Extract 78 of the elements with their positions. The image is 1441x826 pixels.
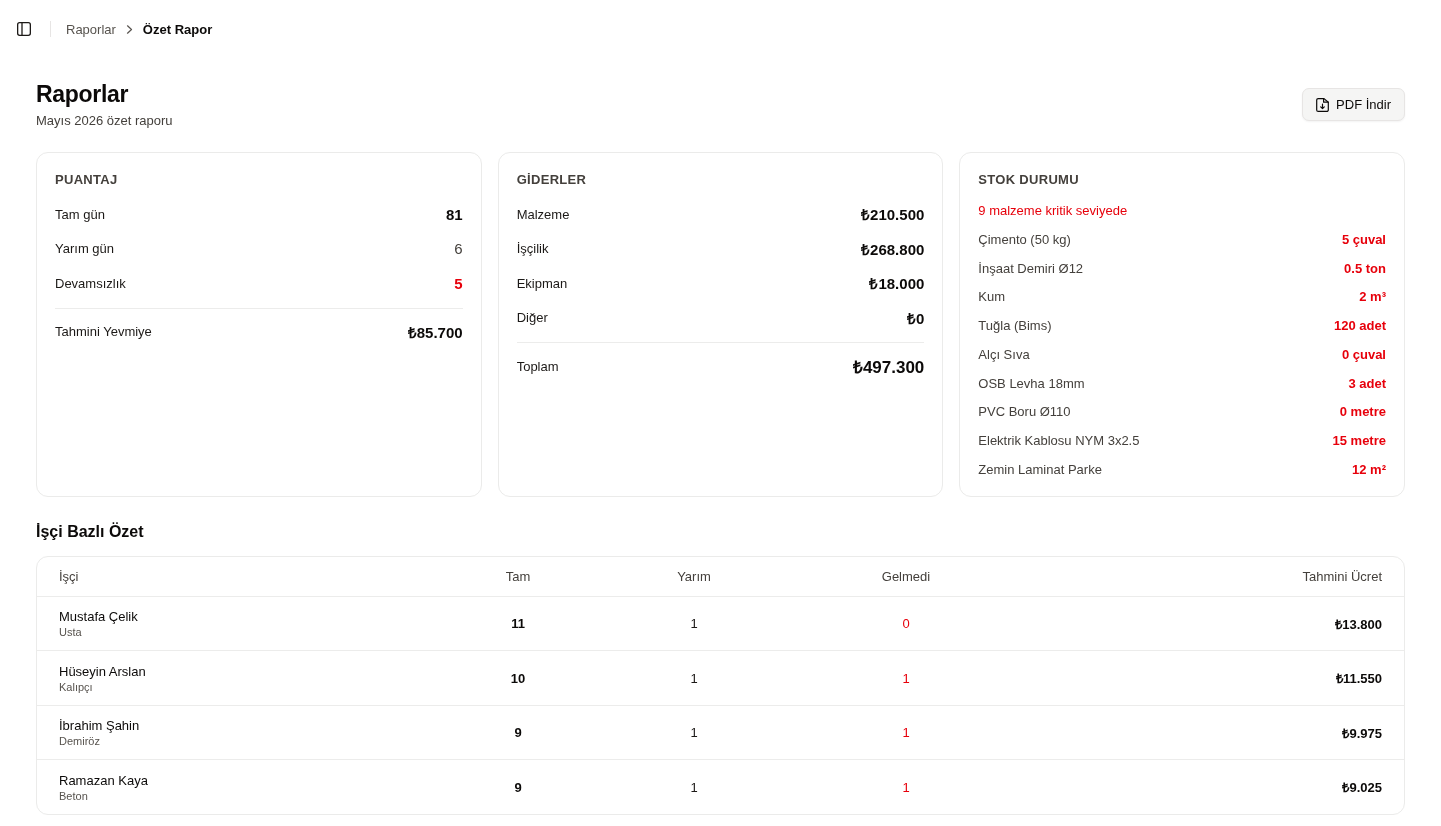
row-label: Devamsızlık — [55, 275, 126, 291]
table-cell: 0 — [902, 616, 910, 631]
worker-role: Demiröz — [59, 735, 101, 747]
material-name: OSB Levha 18mm — [978, 375, 1085, 391]
table-cell: 1 — [902, 779, 910, 795]
row-label: Diğer — [516, 310, 548, 326]
column-header: Yarım — [677, 568, 711, 584]
table-cell: 1 — [902, 670, 910, 686]
material-name: Kum — [978, 289, 1006, 305]
table-cell: 9 — [514, 779, 522, 795]
total-value: ₺85.700 — [407, 322, 463, 342]
table-cell-text: ₺13.800 — [1335, 615, 1382, 633]
material-quantity: 3 adet — [1348, 375, 1386, 391]
row-label: Tam gün — [55, 206, 105, 222]
row-value: ₺18.000 — [869, 274, 925, 294]
material-name: Alçı Sıva — [978, 346, 1030, 362]
material-quantity: 0.5 ton — [1344, 260, 1386, 276]
sidebar-toggle-icon — [17, 22, 31, 36]
total-label: Tahmini Yevmiye — [55, 324, 152, 339]
table-cell: 11 — [511, 616, 525, 631]
page-subtitle: Mayıs 2026 özet raporu — [36, 112, 173, 130]
row-label: İşçilik — [516, 241, 549, 257]
row-label: Malzeme — [516, 206, 570, 222]
card-title: PUANTAJ — [55, 171, 119, 189]
row-label: Yarım gün — [55, 241, 114, 257]
worker-name: Mustafa Çelik — [59, 609, 138, 624]
column-header: İşçi — [59, 568, 79, 584]
breadcrumb-link[interactable]: Raporlar — [66, 21, 116, 37]
row-value: ₺210.500 — [861, 205, 925, 225]
table-cell: 9 — [514, 725, 522, 740]
material-name: Zemin Laminat Parke — [978, 461, 1102, 477]
worker-role: Kalıpçı — [59, 680, 94, 693]
table-cell-text: ₺11.550 — [1335, 670, 1382, 687]
breadcrumb-link[interactable]: Özet Rapor — [142, 21, 213, 37]
row-label: Ekipman — [516, 275, 568, 291]
worker-role: Usta — [59, 626, 83, 638]
material-quantity: 0 metre — [1339, 404, 1386, 420]
table-cell: 1 — [902, 725, 910, 740]
card-title: GİDERLER — [516, 171, 588, 189]
total-value: ₺497.300 — [852, 356, 925, 378]
material-name: İnşaat Demiri Ø12 — [978, 260, 1084, 276]
material-name: Çimento (50 kg) — [978, 231, 1071, 247]
material-quantity: 12 m² — [1352, 461, 1386, 477]
file-download-icon — [1316, 97, 1330, 112]
row-value: 81 — [445, 205, 463, 223]
worker-name: İbrahim Şahin — [59, 718, 140, 733]
table-cell-text: ₺9.975 — [1342, 724, 1382, 742]
table-cell: 10 — [510, 670, 526, 686]
material-name: Elektrik Kablosu NYM 3x2.5 — [978, 433, 1140, 449]
table-cell-text: ₺9.025 — [1342, 779, 1382, 796]
material-quantity: 5 çuval — [1341, 231, 1386, 247]
material-quantity: 15 metre — [1332, 433, 1386, 449]
total-label: Toplam — [516, 358, 559, 374]
material-quantity: 0 çuval — [1341, 346, 1386, 362]
material-quantity: 2 m³ — [1359, 289, 1386, 305]
material-name: PVC Boru Ø110 — [978, 404, 1071, 420]
section-title: İşçi Bazlı Özet — [36, 521, 145, 542]
material-name: Tuğla (Bims) — [978, 318, 1052, 334]
worker-name: Ramazan Kaya — [59, 772, 148, 788]
pdf-download-button[interactable]: PDF İndir — [1302, 88, 1405, 121]
row-value: 6 — [454, 240, 463, 258]
row-value: ₺0 — [907, 308, 925, 328]
table-cell: 1 — [690, 616, 698, 631]
table-cell: 1 — [690, 725, 698, 740]
row-value: 5 — [454, 274, 463, 292]
chevron-right-icon — [124, 24, 134, 34]
critical-stock-message: 9 malzeme kritik seviyede — [978, 202, 1129, 220]
card-title: STOK DURUMU — [978, 171, 1080, 189]
table-cell: 1 — [690, 670, 698, 686]
page-title: Raporlar — [36, 80, 130, 108]
worker-name: Hüseyin Arslan — [59, 663, 146, 679]
column-header: Tam — [505, 568, 531, 584]
material-quantity: 120 adet — [1333, 318, 1386, 334]
column-header: Tahmini Ücret — [1302, 568, 1382, 584]
table-cell: 1 — [690, 779, 698, 795]
row-value: ₺268.800 — [861, 239, 925, 259]
worker-role: Beton — [59, 789, 89, 802]
column-header: Gelmedi — [881, 568, 931, 584]
